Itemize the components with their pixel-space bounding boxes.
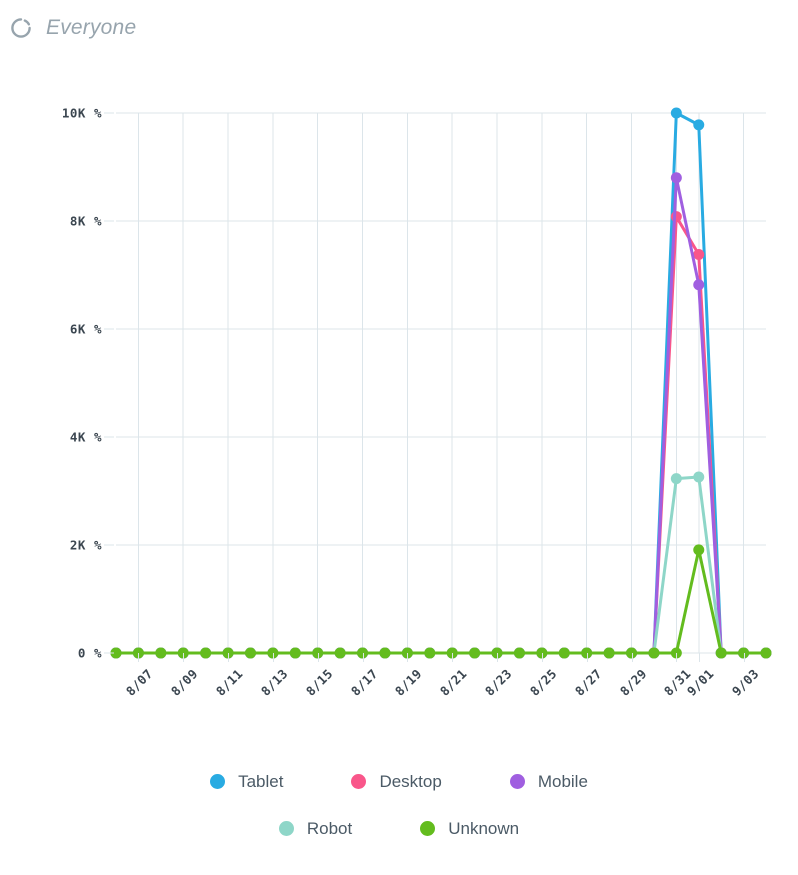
legend-item-unknown[interactable]: Unknown xyxy=(420,819,519,839)
data-point[interactable] xyxy=(670,172,682,184)
y-axis-tick-mark xyxy=(104,220,114,222)
series-robot xyxy=(110,471,772,659)
x-axis-tick-mark xyxy=(698,653,700,662)
x-axis-tick-mark xyxy=(317,653,319,662)
x-axis-tick-mark xyxy=(586,653,588,662)
data-point[interactable] xyxy=(513,647,525,659)
plot-area: 0 % 2K % 4K % 6K % 8K % 10K % 8/07 8/09 8/11 8/1… xyxy=(62,106,772,699)
legend-item-robot[interactable]: Robot xyxy=(278,818,353,839)
legend-row: Robot Unknown xyxy=(0,805,798,852)
x-axis-tick-label: 8/19 xyxy=(392,666,425,699)
y-axis-tick-label: 0 % xyxy=(77,645,102,661)
page-header: Everyone xyxy=(0,0,798,56)
data-point[interactable] xyxy=(693,248,705,260)
x-axis-tick-label: 8/27 xyxy=(571,666,605,699)
data-point[interactable] xyxy=(469,647,481,659)
x-axis-tick-mark xyxy=(452,653,454,662)
x-axis-tick-label: 8/25 xyxy=(526,666,560,699)
legend-color-swatch-icon xyxy=(210,774,226,789)
legend-color-swatch-icon xyxy=(509,774,525,789)
loading-spinner-icon xyxy=(11,18,31,38)
y-axis-tick-label: 4K % xyxy=(69,429,102,445)
legend-label: Tablet xyxy=(238,771,284,791)
data-point[interactable] xyxy=(760,647,772,659)
y-axis-tick-mark xyxy=(104,328,114,330)
data-point[interactable] xyxy=(200,647,212,659)
legend-label: Desktop xyxy=(379,771,442,791)
x-axis-tick-mark xyxy=(228,653,230,662)
legend-row: Tablet Desktop Mobile xyxy=(0,758,798,805)
series-unknown xyxy=(110,544,772,659)
x-axis-tick-mark xyxy=(541,653,543,662)
data-point[interactable] xyxy=(693,544,705,556)
legend-item-desktop[interactable]: Desktop xyxy=(351,771,442,792)
data-point[interactable] xyxy=(648,647,660,659)
legend-item-tablet[interactable]: Tablet xyxy=(210,772,283,792)
x-axis-tick-mark xyxy=(138,653,140,662)
x-axis-tick-mark xyxy=(676,653,678,662)
x-axis-tick-label: 8/07 xyxy=(123,666,157,699)
data-point[interactable] xyxy=(693,279,705,291)
x-axis-tick-mark xyxy=(272,653,274,662)
x-axis-tick-mark xyxy=(183,653,185,662)
y-axis-tick-label: 8K % xyxy=(69,213,102,229)
legend-label: Unknown xyxy=(448,818,520,838)
data-point[interactable] xyxy=(379,647,391,659)
x-axis-tick-label: 9/03 xyxy=(728,666,762,699)
y-axis-tick-label: 6K % xyxy=(69,321,102,337)
data-point[interactable] xyxy=(155,647,167,659)
y-axis-tick-mark xyxy=(104,436,114,438)
series-mobile xyxy=(110,172,772,659)
chart-container: 0 % 2K % 4K % 6K % 8K % 10K % 8/07 8/09 8/11 8/1… xyxy=(0,56,798,875)
x-axis-tick-label: 8/11 xyxy=(212,666,246,699)
x-axis-tick-mark xyxy=(497,653,499,662)
legend-color-swatch-icon xyxy=(420,821,436,836)
x-axis-tick-label: 8/29 xyxy=(616,666,650,699)
legend-color-swatch-icon xyxy=(278,821,294,836)
x-axis-tick-mark xyxy=(407,653,409,662)
x-axis-tick-mark xyxy=(743,653,745,662)
legend-item-mobile[interactable]: Mobile xyxy=(509,771,588,792)
x-axis-tick-mark xyxy=(631,653,633,662)
y-axis-tick-mark xyxy=(104,652,114,654)
data-point[interactable] xyxy=(670,107,682,119)
y-axis-tick-label: 10K % xyxy=(61,105,102,121)
data-point[interactable] xyxy=(693,119,705,131)
data-point[interactable] xyxy=(670,211,682,223)
y-axis-tick-mark xyxy=(104,544,114,546)
x-axis-tick-label: 8/17 xyxy=(347,666,381,699)
data-point[interactable] xyxy=(424,647,436,659)
legend-label: Robot xyxy=(306,818,353,838)
chart-legend: Tablet Desktop Mobile Robot Unknown xyxy=(0,758,798,852)
x-axis-tick-label: 8/15 xyxy=(302,666,336,699)
x-axis-tick-label: 8/13 xyxy=(257,666,291,699)
chart-series-layer xyxy=(110,107,772,659)
y-axis-tick-label: 2K % xyxy=(69,537,102,553)
data-point[interactable] xyxy=(670,473,682,485)
legend-color-swatch-icon xyxy=(351,774,367,789)
x-axis-tick-label: 8/23 xyxy=(481,666,515,699)
data-point[interactable] xyxy=(693,471,705,483)
data-point[interactable] xyxy=(715,647,727,659)
data-point[interactable] xyxy=(558,647,570,659)
x-axis-tick-label: 8/21 xyxy=(437,666,470,699)
legend-label: Mobile xyxy=(537,771,588,791)
y-axis-tick-mark xyxy=(104,112,114,114)
x-axis-tick-label: 8/09 xyxy=(168,666,201,699)
data-point[interactable] xyxy=(603,647,615,659)
page-title: Everyone xyxy=(46,16,137,39)
data-point[interactable] xyxy=(244,647,256,659)
data-point[interactable] xyxy=(289,647,301,659)
x-axis-tick-mark xyxy=(362,653,364,662)
series-tablet xyxy=(110,107,772,659)
data-point[interactable] xyxy=(334,647,346,659)
